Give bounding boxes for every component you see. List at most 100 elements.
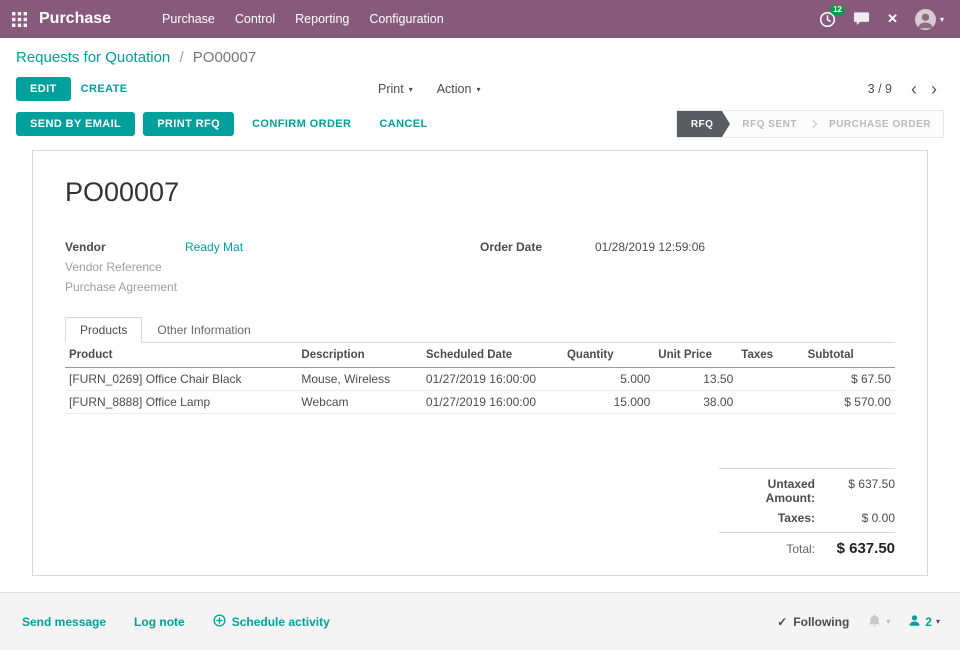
untaxed-amount-value: $ 637.50 (848, 477, 895, 492)
print-rfq-button[interactable]: PRINT RFQ (143, 112, 235, 136)
cell-quantity[interactable]: 15.000 (562, 390, 655, 415)
breadcrumb-parent-link[interactable]: Requests for Quotation (16, 49, 170, 66)
status-step-purchase-order[interactable]: PURCHASE ORDER (817, 111, 943, 137)
vendor-reference-field: Vendor Reference (65, 260, 480, 279)
vendor-field: Vendor Ready Mat (65, 240, 480, 259)
untaxed-amount-label: Untaxed Amount: (765, 477, 815, 506)
cell-taxes[interactable] (737, 390, 804, 415)
create-button[interactable]: CREATE (71, 78, 138, 100)
table-header-row: Product Description Scheduled Date Quant… (65, 343, 895, 369)
vendor-label: Vendor (65, 240, 106, 255)
menu-purchase[interactable]: Purchase (153, 7, 224, 31)
status-arrow-icon (722, 111, 731, 137)
tab-products[interactable]: Products (65, 317, 143, 344)
schedule-activity-icon (213, 613, 226, 630)
header-description: Description (297, 343, 422, 369)
menu-reporting[interactable]: Reporting (286, 7, 358, 31)
status-pipeline: RFQ RFQ SENT PURCHASE ORDER (675, 110, 944, 138)
totals-block: Untaxed Amount: $ 637.50 Taxes: $ 0.00 T… (719, 468, 895, 563)
print-dropdown[interactable]: Print ▾ (378, 82, 413, 96)
activity-clock-icon[interactable]: 12 (819, 4, 845, 28)
action-menus: Print ▾ Action ▾ (378, 82, 480, 96)
taxes-row: Taxes: $ 0.00 (719, 511, 895, 525)
schedule-activity-button[interactable]: Schedule activity (213, 613, 330, 630)
totals-section: Untaxed Amount: $ 637.50 Taxes: $ 0.00 T… (65, 468, 895, 563)
taxes-label: Taxes: (777, 511, 815, 526)
followers-person-icon (908, 614, 921, 630)
field-group: Vendor Ready Mat Vendor Reference Purcha… (65, 240, 895, 300)
statusbar-row: SEND BY EMAIL PRINT RFQ CONFIRM ORDER CA… (0, 108, 960, 150)
cell-subtotal[interactable]: $ 570.00 (803, 390, 895, 415)
log-note-button[interactable]: Log note (134, 615, 185, 629)
cell-product[interactable]: [FURN_0269] Office Chair Black (65, 367, 298, 392)
confirm-order-button[interactable]: CONFIRM ORDER (242, 113, 361, 135)
untaxed-amount-row: Untaxed Amount: $ 637.50 (719, 477, 895, 505)
main-menu: Purchase Control Reporting Configuration (153, 7, 453, 31)
breadcrumb-current: PO00007 (192, 49, 257, 66)
vendor-value-link[interactable]: Ready Mat (185, 240, 243, 254)
order-date-label: Order Date (480, 240, 543, 255)
chevron-right-icon (808, 119, 818, 129)
followers-count: 2 (925, 614, 932, 629)
apps-grid-icon[interactable] (12, 11, 27, 27)
chatter-actions: Send message Log note Schedule activity (22, 613, 330, 630)
header-scheduled-date: Scheduled Date (421, 343, 563, 369)
notification-bell-dropdown[interactable]: ▾ (867, 613, 890, 631)
breadcrumb: Requests for Quotation / PO00007 (0, 38, 960, 70)
close-icon[interactable]: ✕ (887, 11, 898, 27)
status-step-rfq[interactable]: RFQ (676, 111, 723, 137)
cell-description[interactable]: Webcam (297, 390, 422, 415)
send-by-email-button[interactable]: SEND BY EMAIL (16, 112, 136, 136)
record-pager: 3 / 9 ‹ › (868, 80, 944, 98)
order-date-value[interactable]: 01/28/2019 12:59:06 (595, 240, 705, 254)
top-navbar: Purchase Purchase Control Reporting Conf… (0, 0, 960, 38)
followers-dropdown[interactable]: 2 ▾ (908, 614, 940, 630)
following-label: Following (793, 614, 850, 629)
table-row[interactable]: [FURN_0269] Office Chair Black Mouse, Wi… (65, 367, 895, 392)
chevron-down-icon: ▾ (939, 14, 944, 24)
messages-icon[interactable] (853, 11, 870, 27)
send-message-button[interactable]: Send message (22, 615, 106, 629)
order-lines-table: Product Description Scheduled Date Quant… (65, 343, 895, 415)
pager-next-icon[interactable]: › (924, 80, 944, 98)
edit-button[interactable]: EDIT (16, 77, 71, 101)
cell-product[interactable]: [FURN_8888] Office Lamp (65, 390, 298, 415)
cell-scheduled-date[interactable]: 01/27/2019 16:00:00 (421, 367, 563, 392)
vendor-reference-label: Vendor Reference (65, 260, 162, 275)
pager-count: 3 / 9 (867, 82, 892, 96)
cancel-button[interactable]: CANCEL (369, 113, 437, 135)
schedule-activity-label: Schedule activity (231, 614, 330, 629)
user-menu[interactable]: ▾ (914, 8, 944, 30)
avatar (914, 8, 936, 30)
cell-scheduled-date[interactable]: 01/27/2019 16:00:00 (421, 390, 563, 415)
systray: 12 ✕ ▾ (819, 4, 948, 30)
record-title: PO00007 (65, 177, 180, 207)
header-quantity: Quantity (562, 343, 655, 369)
table-row[interactable]: [FURN_8888] Office Lamp Webcam 01/27/201… (65, 390, 895, 415)
activity-count-badge: 12 (830, 4, 845, 16)
taxes-value: $ 0.00 (861, 511, 895, 526)
cell-unit-price[interactable]: 13.50 (654, 367, 738, 392)
status-step-rfq-sent[interactable]: RFQ SENT (730, 111, 809, 137)
cell-description[interactable]: Mouse, Wireless (297, 367, 422, 392)
menu-control[interactable]: Control (226, 7, 284, 31)
cell-taxes[interactable] (737, 367, 804, 392)
tab-other-information[interactable]: Other Information (142, 317, 265, 343)
pager-previous-icon[interactable]: ‹ (904, 80, 924, 98)
action-dropdown[interactable]: Action ▾ (437, 82, 481, 96)
purchase-agreement-label: Purchase Agreement (65, 280, 178, 295)
purchase-agreement-field: Purchase Agreement (65, 280, 480, 299)
header-product: Product (65, 343, 298, 369)
field-column-right: Order Date 01/28/2019 12:59:06 (480, 240, 895, 300)
action-dropdown-label: Action (436, 82, 472, 96)
chevron-down-icon: ▾ (886, 617, 891, 626)
chatter-status: ✓ Following ▾ 2 ▾ (777, 613, 940, 631)
notebook-tabs: Products Other Information (65, 317, 895, 344)
following-button[interactable]: ✓ Following (777, 615, 849, 629)
app-title[interactable]: Purchase (39, 10, 111, 28)
cell-unit-price[interactable]: 38.00 (654, 390, 738, 415)
header-taxes: Taxes (737, 343, 804, 369)
cell-subtotal[interactable]: $ 67.50 (803, 367, 895, 392)
cell-quantity[interactable]: 5.000 (562, 367, 655, 392)
menu-configuration[interactable]: Configuration (360, 7, 452, 31)
